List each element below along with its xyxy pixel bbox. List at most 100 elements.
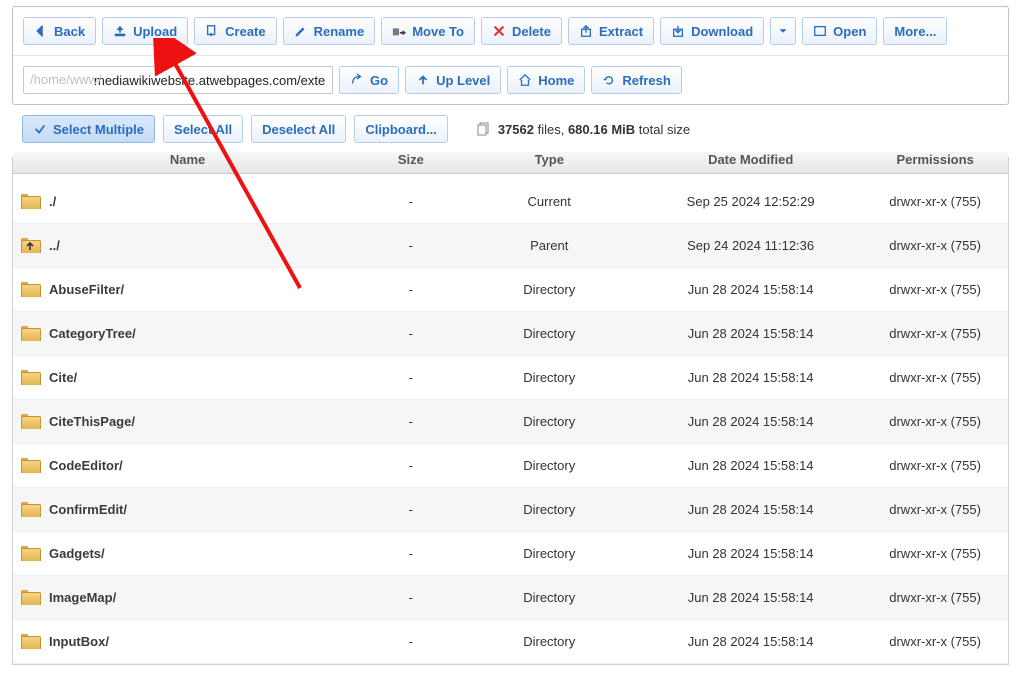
table-row[interactable]: InputBox/ -DirectoryJun 28 2024 15:58:14d… xyxy=(13,620,1008,664)
table-row[interactable]: CodeEditor/-DirectoryJun 28 2024 15:58:1… xyxy=(13,444,1008,488)
folder-icon xyxy=(21,282,39,297)
arrow-up-icon xyxy=(416,73,430,87)
path-input[interactable] xyxy=(23,66,333,94)
file-type: Directory xyxy=(459,546,639,561)
clipboard-button[interactable]: Clipboard... xyxy=(354,115,448,143)
file-size: - xyxy=(362,634,459,649)
more-label: More... xyxy=(894,24,936,39)
file-modified: Jun 28 2024 15:58:14 xyxy=(639,370,862,385)
file-permissions: drwxr-xr-x (755) xyxy=(862,458,1008,473)
file-permissions: drwxr-xr-x (755) xyxy=(862,282,1008,297)
folder-icon xyxy=(21,194,39,209)
file-type: Directory xyxy=(459,634,639,649)
file-permissions: drwxr-xr-x (755) xyxy=(862,590,1008,605)
table-row[interactable]: ../-ParentSep 24 2024 11:12:36drwxr-xr-x… xyxy=(13,224,1008,268)
file-name: ./ xyxy=(49,194,56,209)
file-name: InputBox/ xyxy=(49,634,109,649)
col-type[interactable]: Type xyxy=(459,152,639,173)
clipboard-label: Clipboard... xyxy=(365,122,437,137)
file-type: Directory xyxy=(459,458,639,473)
rename-button[interactable]: Rename xyxy=(283,17,376,45)
file-type: Directory xyxy=(459,590,639,605)
caret-down-icon xyxy=(776,24,790,38)
extract-label: Extract xyxy=(599,24,643,39)
uplevel-button[interactable]: Up Level xyxy=(405,66,501,94)
table-body: ./-CurrentSep 25 2024 12:52:29drwxr-xr-x… xyxy=(13,180,1008,664)
table-header: Name Size Type Date Modified Permissions xyxy=(13,152,1008,174)
table-row[interactable]: Cite/-DirectoryJun 28 2024 15:58:14drwxr… xyxy=(13,356,1008,400)
table-row[interactable]: ./-CurrentSep 25 2024 12:52:29drwxr-xr-x… xyxy=(13,180,1008,224)
col-modified[interactable]: Date Modified xyxy=(639,152,862,173)
file-size: - xyxy=(362,502,459,517)
file-modified: Sep 25 2024 12:52:29 xyxy=(639,194,862,209)
refresh-button[interactable]: Refresh xyxy=(591,66,681,94)
file-size: - xyxy=(362,546,459,561)
file-modified: Jun 28 2024 15:58:14 xyxy=(639,634,862,649)
download-button[interactable]: Download xyxy=(660,17,764,45)
file-name: ../ xyxy=(49,238,60,253)
delete-button[interactable]: Delete xyxy=(481,17,562,45)
col-permissions[interactable]: Permissions xyxy=(862,152,1008,173)
table-row[interactable]: Gadgets/-DirectoryJun 28 2024 15:58:14dr… xyxy=(13,532,1008,576)
file-name: AbuseFilter/ xyxy=(49,282,124,297)
file-modified: Jun 28 2024 15:58:14 xyxy=(639,590,862,605)
table-row[interactable]: ImageMap/ -DirectoryJun 28 2024 15:58:14d… xyxy=(13,576,1008,620)
folder-up-icon xyxy=(21,238,39,253)
moveto-button[interactable]: Move To xyxy=(381,17,475,45)
select-multiple-label: Select Multiple xyxy=(53,122,144,137)
file-name: CategoryTree/ xyxy=(49,326,136,341)
go-label: Go xyxy=(370,73,388,88)
home-button[interactable]: Home xyxy=(507,66,585,94)
deselect-all-button[interactable]: Deselect All xyxy=(251,115,346,143)
file-size: - xyxy=(362,590,459,605)
select-all-label: Select All xyxy=(174,122,232,137)
folder-icon xyxy=(21,546,39,561)
refresh-icon xyxy=(602,73,616,87)
select-all-button[interactable]: Select All xyxy=(163,115,243,143)
file-type: Directory xyxy=(459,326,639,341)
create-icon xyxy=(205,24,219,38)
file-permissions: drwxr-xr-x (755) xyxy=(862,502,1008,517)
extract-button[interactable]: Extract xyxy=(568,17,654,45)
open-button[interactable]: Open xyxy=(802,17,877,45)
upload-button[interactable]: Upload xyxy=(102,17,188,45)
file-size: - xyxy=(362,238,459,253)
select-multiple-button[interactable]: Select Multiple xyxy=(22,115,155,143)
file-permissions: drwxr-xr-x (755) xyxy=(862,194,1008,209)
file-name: ConfirmEdit/ xyxy=(49,502,127,517)
file-permissions: drwxr-xr-x (755) xyxy=(862,370,1008,385)
table-row[interactable]: ConfirmEdit/-DirectoryJun 28 2024 15:58:… xyxy=(13,488,1008,532)
total-size-suffix: total size xyxy=(639,122,690,137)
files-word: files, xyxy=(538,122,565,137)
total-size-value: 680.16 MiB xyxy=(568,122,635,137)
control-panel: Back Upload Create Rename Move To Delete… xyxy=(12,6,1009,105)
main-toolbar: Back Upload Create Rename Move To Delete… xyxy=(13,7,1008,56)
file-type: Parent xyxy=(459,238,639,253)
col-size[interactable]: Size xyxy=(362,152,459,173)
table-row[interactable]: CiteThisPage/-DirectoryJun 28 2024 15:58… xyxy=(13,400,1008,444)
col-name[interactable]: Name xyxy=(13,152,362,173)
table-row[interactable]: AbuseFilter/-DirectoryJun 28 2024 15:58:… xyxy=(13,268,1008,312)
delete-icon xyxy=(492,24,506,38)
file-modified: Sep 24 2024 11:12:36 xyxy=(639,238,862,253)
uplevel-label: Up Level xyxy=(436,73,490,88)
download-more-button[interactable] xyxy=(770,17,796,45)
table-row[interactable]: CategoryTree/-DirectoryJun 28 2024 15:58… xyxy=(13,312,1008,356)
create-button[interactable]: Create xyxy=(194,17,276,45)
file-name: ImageMap/ xyxy=(49,590,116,605)
file-modified: Jun 28 2024 15:58:14 xyxy=(639,282,862,297)
download-icon xyxy=(671,24,685,38)
rename-label: Rename xyxy=(314,24,365,39)
folder-icon xyxy=(21,502,39,517)
file-permissions: drwxr-xr-x (755) xyxy=(862,634,1008,649)
file-type: Directory xyxy=(459,414,639,429)
deselect-all-label: Deselect All xyxy=(262,122,335,137)
go-button[interactable]: Go xyxy=(339,66,399,94)
more-button[interactable]: More... xyxy=(883,17,947,45)
file-permissions: drwxr-xr-x (755) xyxy=(862,326,1008,341)
back-button[interactable]: Back xyxy=(23,17,96,45)
back-label: Back xyxy=(54,24,85,39)
file-name: CodeEditor/ xyxy=(49,458,123,473)
go-icon xyxy=(350,73,364,87)
path-toolbar: /home/www/ Go Up Level Home Refresh xyxy=(13,56,1008,104)
